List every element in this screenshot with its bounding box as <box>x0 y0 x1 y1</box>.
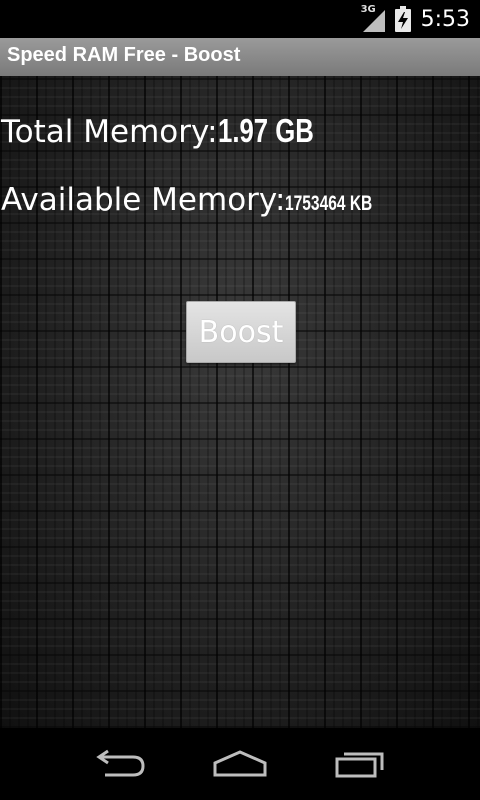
back-icon <box>96 749 145 777</box>
available-memory-label: Available Memory: <box>1 182 286 218</box>
recent-apps-button[interactable] <box>321 742 401 786</box>
available-memory-value: 1753464 KB <box>285 192 373 215</box>
total-memory-value: 1.97 GB <box>217 112 314 149</box>
action-bar: Speed RAM Free - Boost <box>0 38 480 76</box>
recent-apps-icon <box>335 752 384 778</box>
available-memory-row: Available Memory: 1753464 KB <box>1 182 403 218</box>
status-bar: 3G 5:53 <box>0 0 480 38</box>
main-content: Total Memory: 1.97 GB Available Memory: … <box>0 76 480 728</box>
navigation-bar <box>0 728 480 800</box>
total-memory-label: Total Memory: <box>1 114 218 150</box>
network-indicator: 3G <box>361 4 387 32</box>
home-icon <box>213 750 267 777</box>
home-button[interactable] <box>200 742 280 786</box>
signal-icon <box>362 10 385 32</box>
app-title: Speed RAM Free - Boost <box>7 44 241 66</box>
app-screen: 3G 5:53 Speed RAM Free - Boost Total Mem… <box>0 0 480 800</box>
status-icons: 3G 5:53 <box>361 0 470 38</box>
battery-charging-icon <box>394 6 411 32</box>
clock: 5:53 <box>420 6 470 32</box>
boost-button[interactable]: Boost <box>186 301 296 363</box>
total-memory-row: Total Memory: 1.97 GB <box>1 112 340 150</box>
back-button[interactable] <box>80 742 160 786</box>
